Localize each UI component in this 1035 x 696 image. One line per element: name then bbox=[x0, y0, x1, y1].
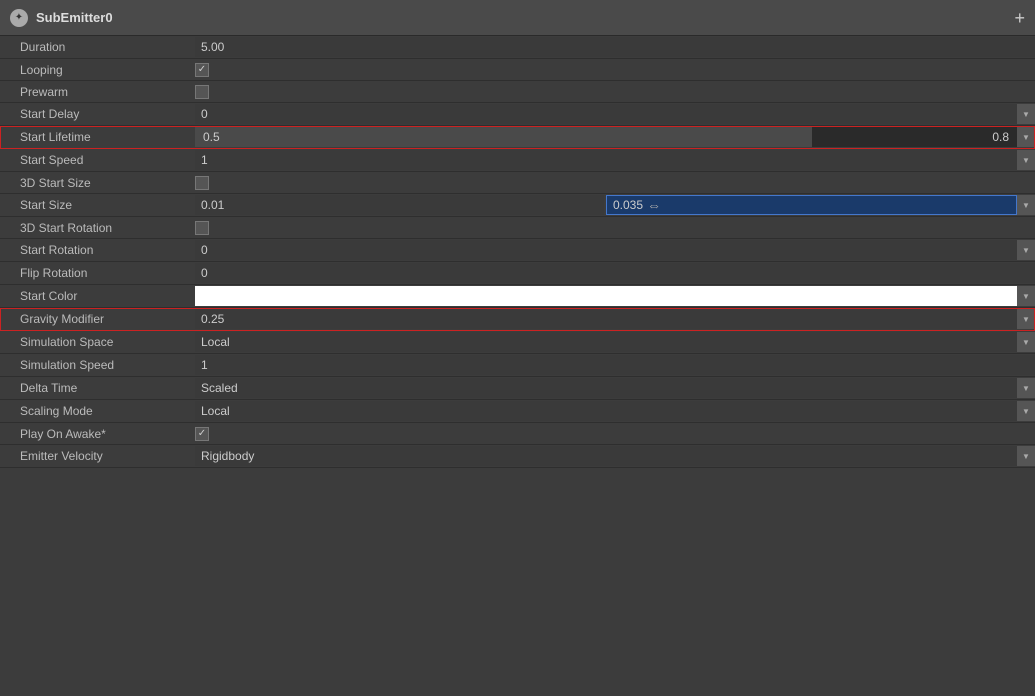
value-area-emitter_velocity: Rigidbody bbox=[195, 446, 1017, 466]
size-left-start_size[interactable]: 0.01 bbox=[195, 195, 604, 215]
panel-title: SubEmitter0 bbox=[36, 10, 113, 25]
property-row-start_lifetime: Start Lifetime 0.5 0.8 bbox=[0, 126, 1035, 149]
property-row-duration: Duration5.00 bbox=[0, 36, 1035, 59]
value-start_speed[interactable]: 1 bbox=[195, 150, 1017, 170]
dropdown-start_rotation[interactable] bbox=[1017, 240, 1035, 260]
property-row-play_on_awake: Play On Awake*✓ bbox=[0, 423, 1035, 445]
property-row-start_delay: Start Delay0 bbox=[0, 103, 1035, 126]
property-row-simulation_speed: Simulation Speed1 bbox=[0, 354, 1035, 377]
property-row-start_color: Start Color bbox=[0, 285, 1035, 308]
property-row-emitter_velocity: Emitter VelocityRigidbody bbox=[0, 445, 1035, 468]
property-row-3d_start_size: 3D Start Size bbox=[0, 172, 1035, 194]
property-row-3d_start_rotation: 3D Start Rotation bbox=[0, 217, 1035, 239]
prop-label-start_speed: Start Speed bbox=[0, 151, 195, 169]
dropdown-simulation_space[interactable] bbox=[1017, 332, 1035, 352]
value-area-start_speed: 1 bbox=[195, 150, 1017, 170]
prop-label-emitter_velocity: Emitter Velocity bbox=[0, 447, 195, 465]
dropdown-emitter_velocity[interactable] bbox=[1017, 446, 1035, 466]
value-area-delta_time: Scaled bbox=[195, 378, 1017, 398]
value-area-start_delay: 0 bbox=[195, 104, 1017, 124]
main-panel: ✦ SubEmitter0 + Duration5.00Looping✓Prew… bbox=[0, 0, 1035, 468]
prop-label-start_rotation: Start Rotation bbox=[0, 241, 195, 259]
property-row-simulation_space: Simulation SpaceLocal bbox=[0, 331, 1035, 354]
properties-container: Duration5.00Looping✓PrewarmStart Delay0S… bbox=[0, 36, 1035, 468]
property-row-start_size: Start Size0.010.035⇔ bbox=[0, 194, 1035, 217]
checkbox-3d_start_rotation[interactable] bbox=[195, 221, 209, 235]
prop-label-duration: Duration bbox=[0, 38, 195, 56]
prop-label-prewarm: Prewarm bbox=[0, 83, 195, 101]
value-area-scaling_mode: Local bbox=[195, 401, 1017, 421]
value-scaling_mode[interactable]: Local bbox=[195, 401, 1017, 421]
value-area-3d_start_rotation bbox=[195, 221, 1035, 235]
checkbox-looping[interactable]: ✓ bbox=[195, 63, 209, 77]
add-button[interactable]: + bbox=[1014, 9, 1025, 27]
header-left: ✦ SubEmitter0 bbox=[10, 9, 113, 27]
value-area-start_rotation: 0 bbox=[195, 240, 1017, 260]
value-start_rotation[interactable]: 0 bbox=[195, 240, 1017, 260]
value-area-flip_rotation: 0 bbox=[195, 263, 1035, 283]
range-val1-start_lifetime: 0.5 bbox=[203, 130, 220, 144]
panel-icon: ✦ bbox=[10, 9, 28, 27]
range-val2-start_lifetime: 0.8 bbox=[992, 130, 1009, 144]
checkbox-3d_start_size[interactable] bbox=[195, 176, 209, 190]
property-row-delta_time: Delta TimeScaled bbox=[0, 377, 1035, 400]
checkbox-play_on_awake[interactable]: ✓ bbox=[195, 427, 209, 441]
value-area-gravity_modifier: 0.25 bbox=[195, 309, 1017, 329]
property-row-looping: Looping✓ bbox=[0, 59, 1035, 81]
property-row-scaling_mode: Scaling ModeLocal bbox=[0, 400, 1035, 423]
prop-label-3d_start_rotation: 3D Start Rotation bbox=[0, 219, 195, 237]
prop-label-flip_rotation: Flip Rotation bbox=[0, 264, 195, 282]
value-area-looping: ✓ bbox=[195, 63, 1035, 77]
checkbox-prewarm[interactable] bbox=[195, 85, 209, 99]
value-area-start_color bbox=[195, 286, 1017, 306]
value-area-start_lifetime: 0.5 0.8 bbox=[195, 127, 1017, 147]
value-flip_rotation[interactable]: 0 bbox=[195, 263, 1035, 283]
property-row-prewarm: Prewarm bbox=[0, 81, 1035, 103]
value-gravity_modifier[interactable]: 0.25 bbox=[195, 309, 1017, 329]
prop-label-start_delay: Start Delay bbox=[0, 105, 195, 123]
prop-label-looping: Looping bbox=[0, 61, 195, 79]
dropdown-start_speed[interactable] bbox=[1017, 150, 1035, 170]
prop-label-start_size: Start Size bbox=[0, 196, 195, 214]
prop-label-simulation_speed: Simulation Speed bbox=[0, 356, 195, 374]
resize-cursor-icon: ⇔ bbox=[647, 197, 661, 213]
value-delta_time[interactable]: Scaled bbox=[195, 378, 1017, 398]
value-area-simulation_speed: 1 bbox=[195, 355, 1035, 375]
prop-label-delta_time: Delta Time bbox=[0, 379, 195, 397]
value-duration[interactable]: 5.00 bbox=[195, 37, 1035, 57]
prop-label-play_on_awake: Play On Awake* bbox=[0, 425, 195, 443]
dropdown-start_delay[interactable] bbox=[1017, 104, 1035, 124]
size-right-start_size[interactable]: 0.035⇔ bbox=[606, 195, 1017, 215]
color-bar-start_color[interactable] bbox=[195, 286, 1017, 306]
value-area-start_size: 0.010.035⇔ bbox=[195, 195, 1017, 215]
property-row-start_rotation: Start Rotation0 bbox=[0, 239, 1035, 262]
value-area-3d_start_size bbox=[195, 176, 1035, 190]
prop-label-start_color: Start Color bbox=[0, 287, 195, 305]
property-row-start_speed: Start Speed1 bbox=[0, 149, 1035, 172]
dropdown-delta_time[interactable] bbox=[1017, 378, 1035, 398]
property-row-gravity_modifier: Gravity Modifier0.25 bbox=[0, 308, 1035, 331]
value-simulation_space[interactable]: Local bbox=[195, 332, 1017, 352]
prop-label-start_lifetime: Start Lifetime bbox=[0, 128, 195, 146]
dropdown-start_size[interactable] bbox=[1017, 195, 1035, 215]
dropdown-gravity_modifier[interactable] bbox=[1017, 309, 1035, 329]
range-bar-start_lifetime[interactable]: 0.5 0.8 bbox=[195, 127, 1017, 147]
property-row-flip_rotation: Flip Rotation0 bbox=[0, 262, 1035, 285]
dropdown-start_color[interactable] bbox=[1017, 286, 1035, 306]
prop-label-3d_start_size: 3D Start Size bbox=[0, 174, 195, 192]
prop-label-simulation_space: Simulation Space bbox=[0, 333, 195, 351]
value-area-simulation_space: Local bbox=[195, 332, 1017, 352]
value-area-play_on_awake: ✓ bbox=[195, 427, 1035, 441]
panel-header: ✦ SubEmitter0 + bbox=[0, 0, 1035, 36]
value-simulation_speed[interactable]: 1 bbox=[195, 355, 1035, 375]
value-area-prewarm bbox=[195, 85, 1035, 99]
prop-label-gravity_modifier: Gravity Modifier bbox=[0, 310, 195, 328]
value-emitter_velocity[interactable]: Rigidbody bbox=[195, 446, 1017, 466]
dropdown-scaling_mode[interactable] bbox=[1017, 401, 1035, 421]
prop-label-scaling_mode: Scaling Mode bbox=[0, 402, 195, 420]
value-area-duration: 5.00 bbox=[195, 37, 1035, 57]
dropdown-start_lifetime[interactable] bbox=[1017, 127, 1035, 147]
value-start_delay[interactable]: 0 bbox=[195, 104, 1017, 124]
